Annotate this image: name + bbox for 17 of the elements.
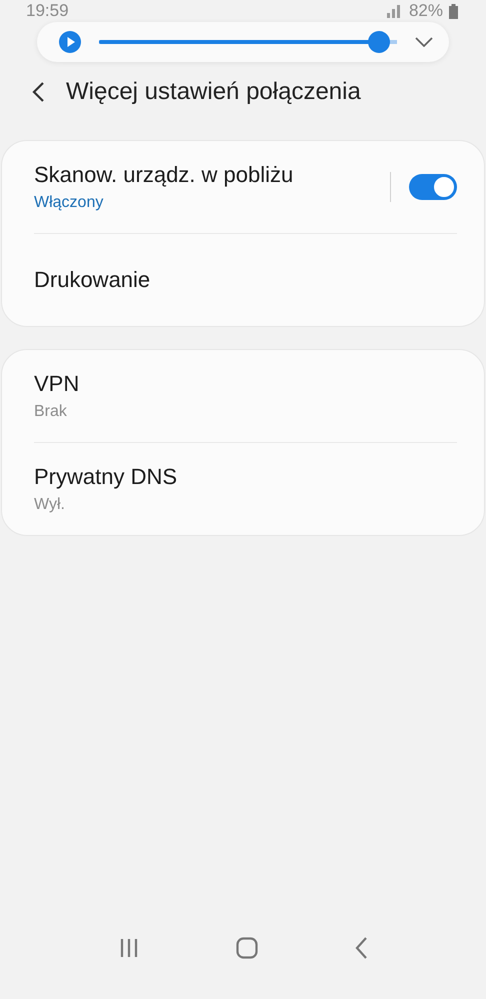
setting-title[interactable]: Drukowanie xyxy=(34,267,457,293)
play-icon[interactable] xyxy=(59,31,81,53)
back-icon[interactable] xyxy=(32,82,44,102)
battery-icon xyxy=(449,4,458,18)
setting-status: Włączony xyxy=(34,194,104,212)
setting-status: Wył. xyxy=(34,496,66,514)
slider-thumb[interactable] xyxy=(368,31,390,53)
setting-title[interactable]: Skanow. urządz. w pobliżu xyxy=(34,162,390,188)
toggle-switch[interactable] xyxy=(409,174,457,200)
page-title: Więcej ustawień połączenia xyxy=(66,78,361,106)
setting-title[interactable]: Prywatny DNS xyxy=(34,464,457,490)
signal-icon xyxy=(384,4,403,18)
battery-percent: 82% xyxy=(408,2,443,20)
setting-status: Brak xyxy=(34,403,68,421)
status-time: 19:59 xyxy=(26,2,69,20)
setting-title[interactable]: VPN xyxy=(34,371,457,397)
chevron-down-icon[interactable] xyxy=(415,37,433,47)
